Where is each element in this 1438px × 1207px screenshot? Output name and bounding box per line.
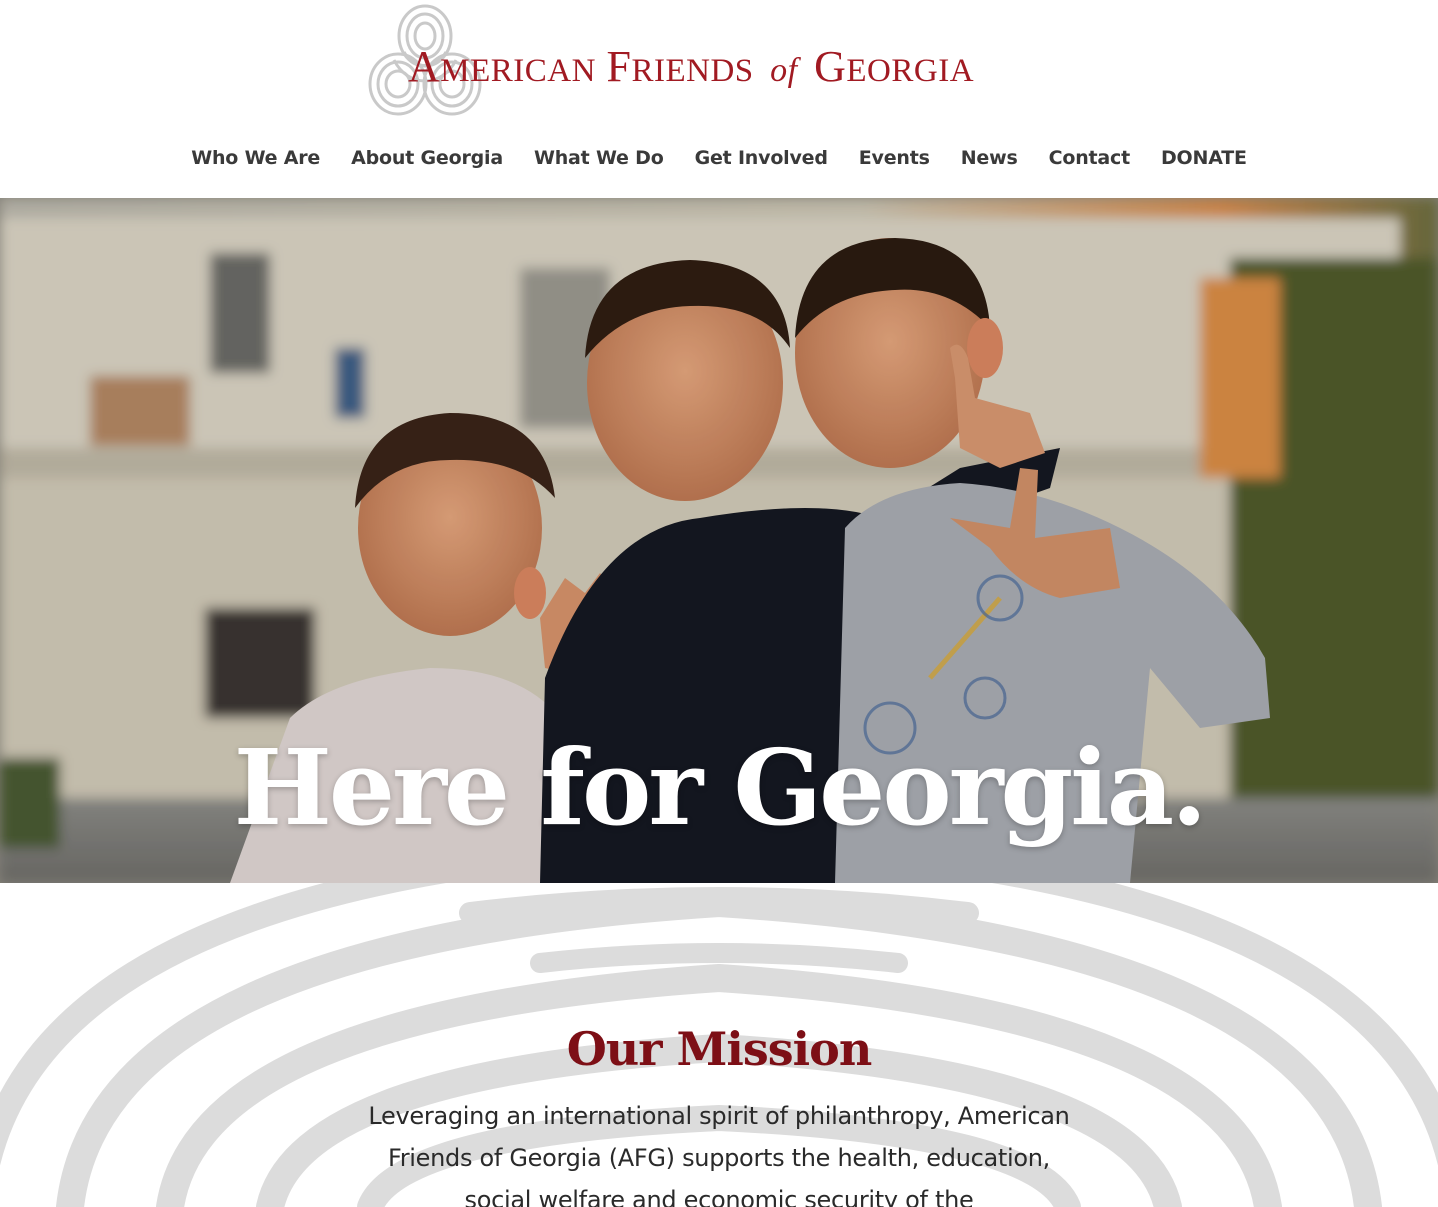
nav-donate[interactable]: DONATE xyxy=(1161,147,1247,169)
nav-who-we-are[interactable]: Who We Are xyxy=(191,147,320,169)
main-nav: Who We Are About Georgia What We Do Get … xyxy=(0,138,1438,178)
nav-contact[interactable]: Contact xyxy=(1049,147,1131,169)
nav-news[interactable]: News xyxy=(961,147,1018,169)
hero-title: Here for Georgia. xyxy=(233,726,1208,849)
nav-what-we-do[interactable]: What We Do xyxy=(534,147,664,169)
mission-title: Our Mission xyxy=(566,1022,873,1076)
mission-text: Leveraging an international spirit of ph… xyxy=(368,1102,1070,1207)
mission-section: Our Mission Leveraging an international … xyxy=(0,883,1438,1207)
nav-get-involved[interactable]: Get Involved xyxy=(695,147,828,169)
site-logo[interactable]: AMERICAN FRIENDS of GEORGIA xyxy=(362,0,1052,128)
nav-events[interactable]: Events xyxy=(859,147,930,169)
site-logo-text: AMERICAN FRIENDS of GEORGIA xyxy=(408,42,975,91)
site-header: AMERICAN FRIENDS of GEORGIA Who We Are A… xyxy=(0,0,1438,198)
nav-about-georgia[interactable]: About Georgia xyxy=(351,147,503,169)
